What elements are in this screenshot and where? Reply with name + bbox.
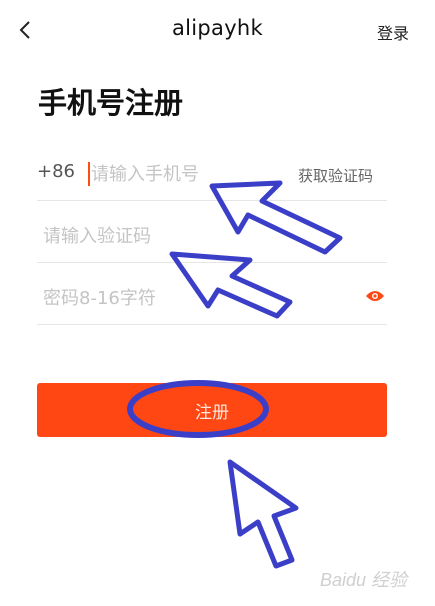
register-button[interactable]: 注册 <box>37 383 387 437</box>
chevron-left-icon[interactable] <box>14 18 38 42</box>
text-caret <box>88 162 90 186</box>
phone-input[interactable] <box>91 160 281 188</box>
eye-icon[interactable] <box>365 289 385 303</box>
nav-bar: alipayhk 登录 <box>0 0 435 62</box>
get-code-button[interactable]: 获取验证码 <box>298 165 373 186</box>
login-button[interactable]: 登录 <box>377 20 409 44</box>
code-row <box>37 200 387 263</box>
watermark: Baidu 经验 <box>319 570 407 590</box>
app-title: alipayhk <box>171 16 264 40</box>
annotation-arrow-3 <box>227 459 299 569</box>
password-input[interactable] <box>43 284 343 312</box>
country-code[interactable]: +86 <box>37 161 75 182</box>
register-button-label: 注册 <box>195 402 229 423</box>
phone-row: +86 获取验证码 <box>37 138 387 201</box>
page-title: 手机号注册 <box>38 86 184 120</box>
verification-code-input[interactable] <box>43 222 343 250</box>
password-row <box>37 262 387 325</box>
